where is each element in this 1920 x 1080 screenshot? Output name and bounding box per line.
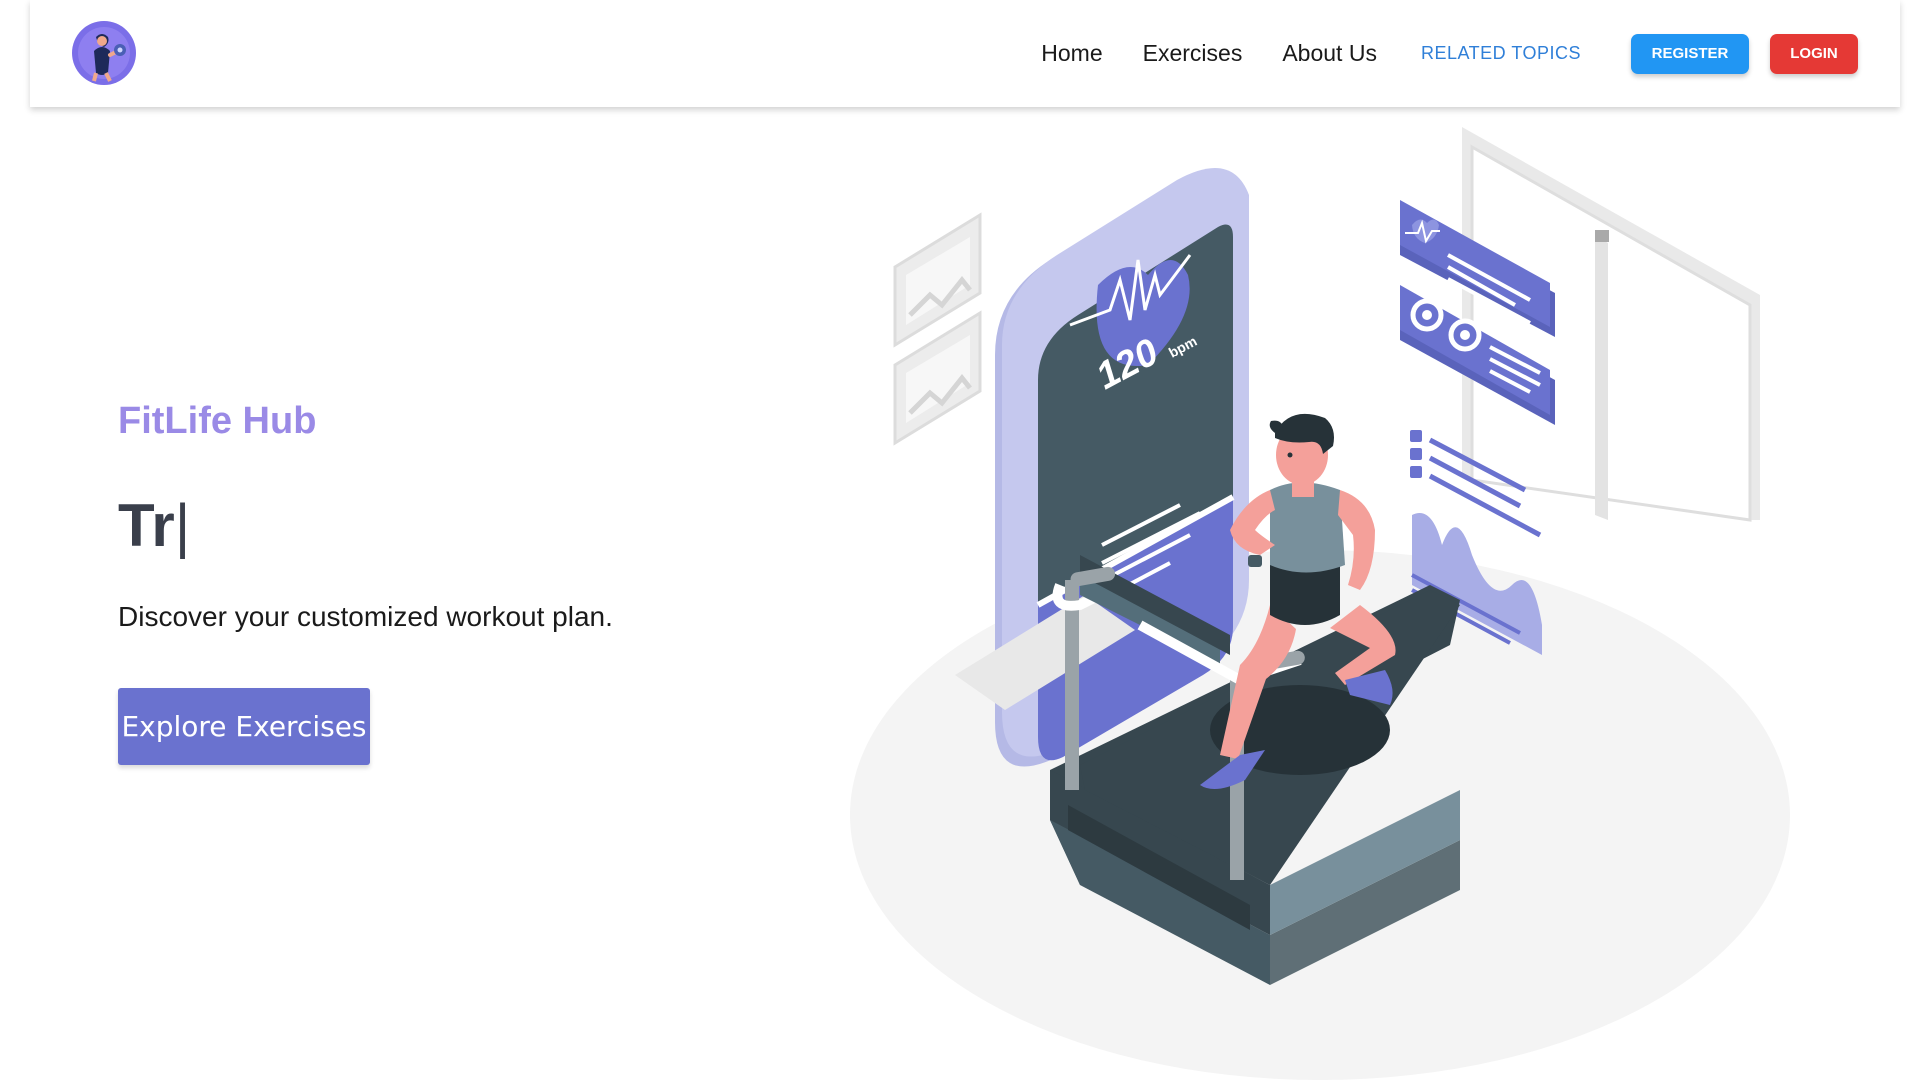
window-frame (1462, 127, 1760, 522)
typing-caret: | (174, 492, 191, 559)
login-button[interactable]: LOGIN (1770, 33, 1858, 74)
explore-exercises-button[interactable]: Explore Exercises (118, 688, 370, 765)
brand-title: FitLife Hub (118, 400, 317, 442)
hero-tagline: Discover your customized workout plan. (118, 601, 613, 632)
typing-text: Tr (118, 492, 175, 559)
typing-headline: Tr| (118, 491, 818, 563)
nav-about-link[interactable]: About Us (1282, 40, 1377, 67)
hero-section: FitLife Hub Tr| Discover your customized… (118, 400, 818, 765)
picture-frames (893, 212, 982, 446)
nav-links: Home Exercises About Us RELATED TOPICS R… (1041, 0, 1900, 107)
top-navbar: Home Exercises About Us RELATED TOPICS R… (30, 0, 1900, 107)
nav-related-topics-link[interactable]: RELATED TOPICS (1421, 43, 1581, 64)
register-button[interactable]: REGISTER (1631, 33, 1749, 74)
nav-home-link[interactable]: Home (1041, 40, 1102, 67)
fitness-logo-icon[interactable] (72, 21, 136, 85)
nav-exercises-link[interactable]: Exercises (1143, 40, 1243, 67)
treadmill-illustration: 120 bpm (850, 127, 1790, 1080)
